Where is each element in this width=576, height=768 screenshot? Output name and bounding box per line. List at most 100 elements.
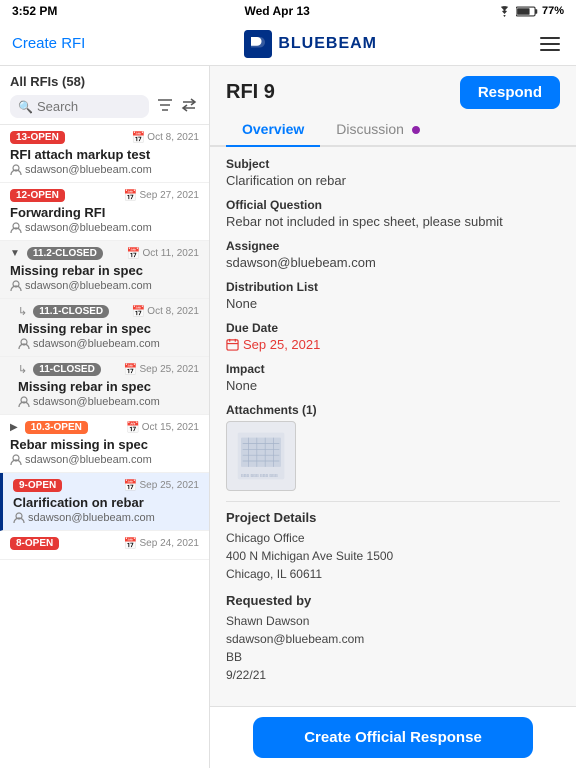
- rfi-badge: 11.2-CLOSED: [27, 247, 103, 260]
- create-official-response-button[interactable]: Create Official Response: [253, 717, 533, 758]
- create-rfi-button[interactable]: Create RFI: [12, 35, 85, 52]
- assignee-section: Assignee sdawson@bluebeam.com: [226, 239, 560, 270]
- top-nav: Create RFI BLUEBEAM: [0, 22, 576, 66]
- impact-value: None: [226, 378, 560, 393]
- rfi-badge: 8-OPEN: [10, 537, 59, 550]
- attachments-label: Attachments (1): [226, 403, 560, 417]
- project-details-value: Chicago Office 400 N Michigan Ave Suite …: [226, 529, 560, 583]
- wifi-icon: [497, 6, 512, 17]
- sort-button[interactable]: [179, 96, 199, 117]
- rfi-date: 📅 Oct 11, 2021: [127, 247, 199, 260]
- due-date-value: Sep 25, 2021: [226, 337, 560, 352]
- rfi-date: 📅 Oct 8, 2021: [132, 131, 199, 144]
- user-icon: [10, 280, 22, 292]
- bluebeam-logo-icon: [244, 30, 272, 58]
- due-date-section: Due Date Sep 25, 2021: [226, 321, 560, 352]
- search-box[interactable]: 🔍: [10, 95, 149, 118]
- due-date-label: Due Date: [226, 321, 560, 335]
- rfi-user: sdawson@bluebeam.com: [10, 280, 199, 292]
- rfi-title: Rebar missing in spec: [10, 437, 199, 452]
- calendar-icon: 📅: [127, 247, 141, 260]
- rfi-list: 13-OPEN 📅 Oct 8, 2021 RFI attach markup …: [0, 125, 209, 768]
- search-input[interactable]: [37, 99, 141, 114]
- rfi-badge: 12-OPEN: [10, 189, 65, 202]
- assignee-value: sdawson@bluebeam.com: [226, 255, 560, 270]
- distribution-label: Distribution List: [226, 280, 560, 294]
- user-icon: [10, 164, 22, 176]
- list-item[interactable]: ↳ 11.1-CLOSED 📅 Oct 8, 2021 Missing reba…: [0, 299, 209, 357]
- hamburger-menu[interactable]: [536, 33, 564, 55]
- requested-by-label: Requested by: [226, 593, 560, 608]
- attachment-thumbnail[interactable]: BBB BBB BBB BBB: [226, 421, 296, 491]
- list-item[interactable]: 13-OPEN 📅 Oct 8, 2021 RFI attach markup …: [0, 125, 209, 183]
- rfi-badge: 10.3-OPEN: [25, 421, 88, 434]
- list-item[interactable]: ▼ 11.2-CLOSED 📅 Oct 11, 2021 Missing reb…: [0, 241, 209, 299]
- official-question-section: Official Question Rebar not included in …: [226, 198, 560, 229]
- left-panel: All RFIs (58) 🔍: [0, 66, 210, 768]
- logo: BLUEBEAM: [244, 30, 377, 58]
- filter-icons: [155, 96, 199, 117]
- filter-button[interactable]: [155, 96, 175, 117]
- calendar-icon: 📅: [124, 189, 138, 202]
- official-question-value: Rebar not included in spec sheet, please…: [226, 214, 560, 229]
- rfi-user: sdawson@bluebeam.com: [10, 222, 199, 234]
- rfi-title: RFI attach markup test: [10, 147, 199, 162]
- calendar-icon: 📅: [124, 363, 138, 376]
- rfi-title: Clarification on rebar: [13, 495, 199, 510]
- project-details-section: Project Details Chicago Office 400 N Mic…: [226, 510, 560, 583]
- rfi-badge: 13-OPEN: [10, 131, 65, 144]
- rfi-badge: 11.1-CLOSED: [33, 305, 109, 318]
- child-indent-icon: ↳: [18, 363, 27, 376]
- rfi-badge: 9-OPEN: [13, 479, 62, 492]
- respond-button[interactable]: Respond: [460, 76, 560, 109]
- divider: [226, 501, 560, 502]
- requested-by-section: Requested by Shawn Dawson sdawson@bluebe…: [226, 593, 560, 684]
- rfi-user: sdawson@bluebeam.com: [10, 164, 199, 176]
- sort-icon: [181, 98, 197, 112]
- overview-content: Subject Clarification on rebar Official …: [210, 147, 576, 768]
- rfi-date: 📅 Oct 8, 2021: [132, 305, 199, 318]
- calendar-icon: 📅: [132, 131, 146, 144]
- rfi-title: Missing rebar in spec: [18, 321, 199, 336]
- list-item[interactable]: 12-OPEN 📅 Sep 27, 2021 Forwarding RFI sd…: [0, 183, 209, 241]
- tab-discussion[interactable]: Discussion: [320, 115, 436, 145]
- all-rfis-label: All RFIs (58): [10, 74, 199, 89]
- main-layout: All RFIs (58) 🔍: [0, 66, 576, 768]
- status-time: 3:52 PM: [12, 4, 57, 18]
- list-item[interactable]: ↳ 11-CLOSED 📅 Sep 25, 2021 Missing rebar…: [0, 357, 209, 415]
- tabs-row: Overview Discussion: [210, 115, 576, 147]
- calendar-icon: 📅: [132, 305, 146, 318]
- rfi-number-title: RFI 9: [226, 81, 275, 104]
- list-item[interactable]: 9-OPEN 📅 Sep 25, 2021 Clarification on r…: [0, 473, 209, 531]
- rfi-user: sdawson@bluebeam.com: [18, 338, 199, 350]
- expand-arrow-icon: ▼: [10, 248, 20, 259]
- user-icon: [10, 222, 22, 234]
- calendar-red-icon: [226, 338, 239, 351]
- tab-overview[interactable]: Overview: [226, 115, 320, 145]
- list-item[interactable]: 8-OPEN 📅 Sep 24, 2021: [0, 531, 209, 560]
- user-icon: [10, 454, 22, 466]
- rfi-date: 📅 Sep 25, 2021: [124, 363, 199, 376]
- calendar-icon: 📅: [126, 421, 140, 434]
- subject-label: Subject: [226, 157, 560, 171]
- rfi-title: Forwarding RFI: [10, 205, 199, 220]
- rfi-badge: 11-CLOSED: [33, 363, 101, 376]
- rfi-date: 📅 Sep 27, 2021: [124, 189, 199, 202]
- rfi-title: Missing rebar in spec: [10, 263, 199, 278]
- attachments-section: Attachments (1) BBB BBB BBB: [226, 403, 560, 491]
- left-header: All RFIs (58) 🔍: [0, 66, 209, 125]
- rfi-date: 📅 Sep 24, 2021: [124, 537, 199, 550]
- calendar-icon: 📅: [124, 479, 138, 492]
- distribution-value: None: [226, 296, 560, 311]
- bluebeam-logo-text: BLUEBEAM: [278, 35, 377, 53]
- bottom-bar: Create Official Response: [210, 706, 576, 768]
- list-item[interactable]: ▶ 10.3-OPEN 📅 Oct 15, 2021 Rebar missing…: [0, 415, 209, 473]
- user-icon: [18, 338, 30, 350]
- rfi-date: 📅 Oct 15, 2021: [126, 421, 199, 434]
- rfi-date: 📅 Sep 25, 2021: [124, 479, 199, 492]
- expand-arrow-icon: ▶: [10, 422, 18, 433]
- official-question-label: Official Question: [226, 198, 560, 212]
- battery-icon: [516, 6, 538, 17]
- assignee-label: Assignee: [226, 239, 560, 253]
- requested-by-value: Shawn Dawson sdawson@bluebeam.com BB 9/2…: [226, 612, 560, 684]
